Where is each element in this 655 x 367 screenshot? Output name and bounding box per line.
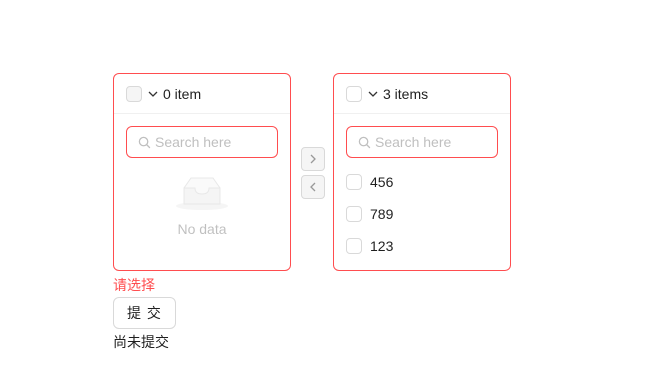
target-panel-header: 3 items bbox=[334, 74, 510, 114]
target-search-box[interactable] bbox=[346, 126, 498, 158]
validation-error-message: 请选择 bbox=[113, 277, 155, 293]
move-to-left-button[interactable] bbox=[301, 175, 325, 199]
submit-button[interactable]: 提 交 bbox=[113, 297, 176, 329]
target-list: 456 789 123 bbox=[334, 158, 510, 262]
list-item[interactable]: 456 bbox=[334, 166, 510, 198]
chevron-down-icon[interactable] bbox=[147, 88, 159, 100]
list-item-label: 123 bbox=[370, 238, 394, 254]
transfer-operations bbox=[301, 147, 325, 203]
source-panel-header: 0 item bbox=[114, 74, 290, 114]
list-item[interactable]: 789 bbox=[334, 198, 510, 230]
target-item-count: 3 items bbox=[383, 85, 429, 102]
source-select-all-checkbox[interactable] bbox=[126, 85, 142, 102]
list-item-checkbox[interactable] bbox=[346, 238, 362, 254]
source-search-box[interactable] bbox=[126, 126, 278, 158]
list-item-checkbox[interactable] bbox=[346, 206, 362, 222]
submission-status-text: 尚未提交 bbox=[113, 334, 169, 350]
target-select-all-checkbox[interactable] bbox=[346, 85, 362, 102]
left-arrow-icon bbox=[310, 182, 316, 192]
target-search-input[interactable] bbox=[375, 134, 495, 150]
chevron-down-icon[interactable] bbox=[367, 88, 379, 100]
move-to-right-button[interactable] bbox=[301, 147, 325, 171]
source-search-input[interactable] bbox=[155, 134, 275, 150]
transfer-target-panel: 3 items 456 789 123 bbox=[333, 73, 511, 271]
right-arrow-icon bbox=[310, 154, 316, 164]
empty-inbox-icon bbox=[176, 177, 228, 210]
list-item-label: 789 bbox=[370, 206, 394, 222]
transfer-source-panel: 0 item No data bbox=[113, 73, 291, 271]
list-item[interactable]: 123 bbox=[334, 230, 510, 262]
empty-state: No data bbox=[114, 174, 290, 237]
search-icon bbox=[138, 136, 151, 148]
source-item-count: 0 item bbox=[163, 85, 202, 102]
list-item-label: 456 bbox=[370, 174, 394, 190]
search-icon bbox=[358, 136, 371, 148]
list-item-checkbox[interactable] bbox=[346, 174, 362, 190]
empty-text: No data bbox=[177, 221, 227, 237]
